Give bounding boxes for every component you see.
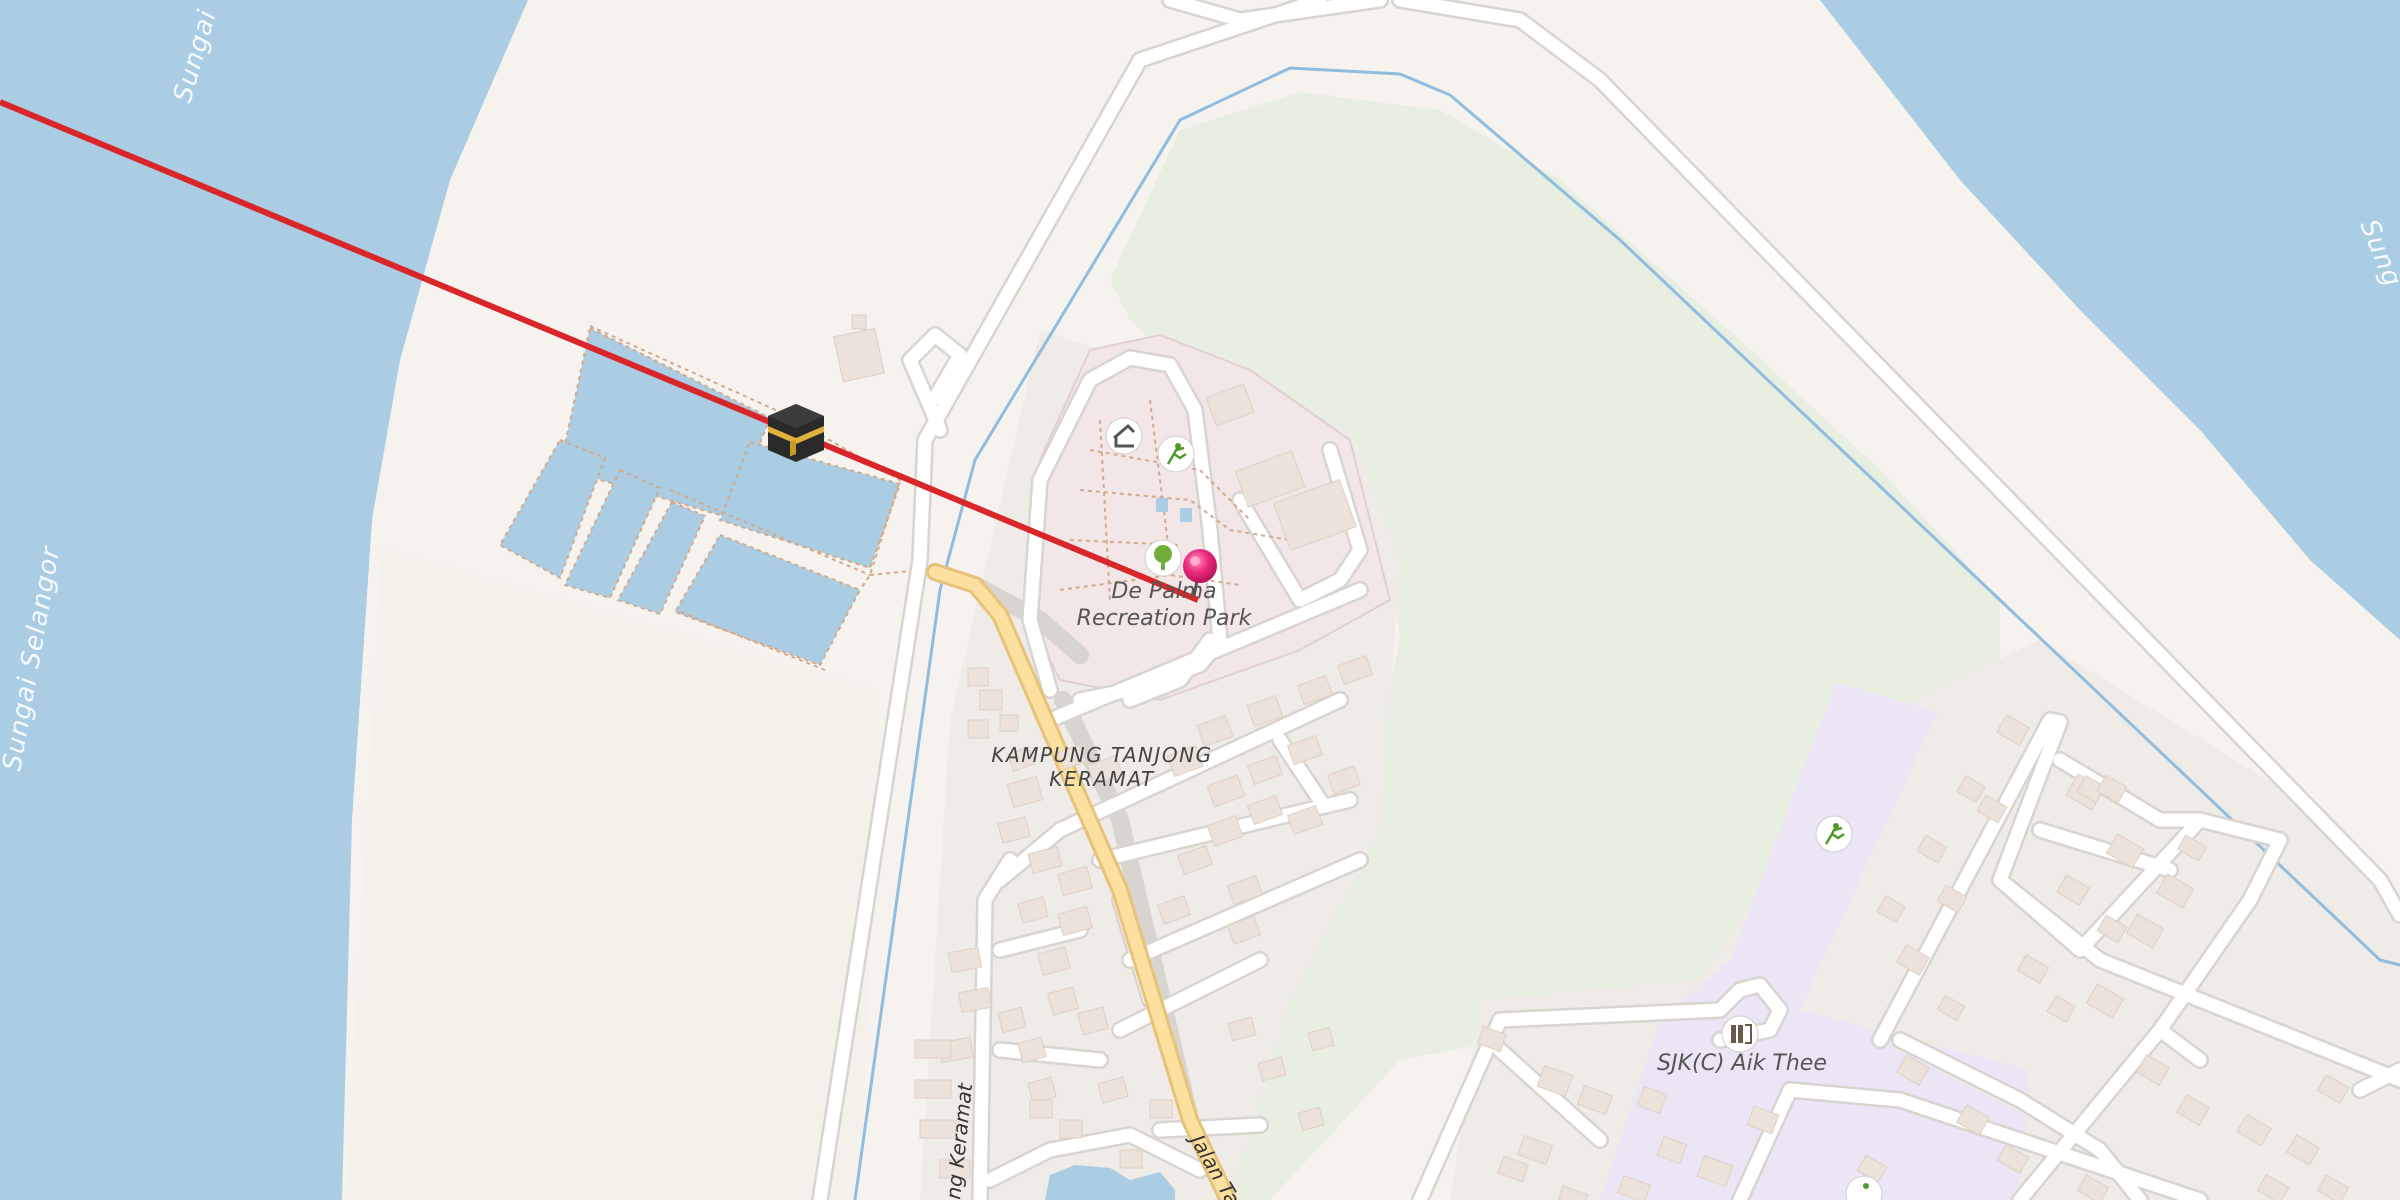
building — [914, 1039, 952, 1059]
park-label-line1: De Palma — [1111, 579, 1216, 604]
kaaba-icon[interactable] — [768, 404, 824, 462]
building — [1059, 1119, 1083, 1139]
building — [1119, 1149, 1143, 1169]
school-label: SJK(C) Aik Thee — [1657, 1051, 1827, 1076]
sports-pitch-icon[interactable] — [1815, 815, 1853, 853]
building — [851, 314, 867, 330]
village-label-line2: KERAMAT — [1049, 767, 1155, 791]
building — [967, 667, 989, 687]
school-icon[interactable] — [1721, 1015, 1759, 1053]
tree-icon[interactable] — [1144, 539, 1182, 577]
building — [914, 1079, 952, 1099]
shelter-icon[interactable] — [1105, 417, 1143, 455]
building — [999, 714, 1019, 732]
park-label-line2: Recreation Park — [1077, 606, 1253, 631]
park-pool — [1180, 508, 1192, 522]
village-label-line1: KAMPUNG TANJONG — [991, 743, 1212, 767]
building — [833, 327, 885, 383]
building — [979, 689, 1003, 711]
building — [1149, 1099, 1173, 1119]
map-canvas[interactable]: Sungai Sungai Selangor Sung De Palma Rec… — [0, 0, 2400, 1200]
building — [967, 719, 989, 739]
sports-pitch-icon[interactable] — [1157, 435, 1195, 473]
building — [1029, 1099, 1053, 1119]
park-pool — [1156, 498, 1168, 512]
